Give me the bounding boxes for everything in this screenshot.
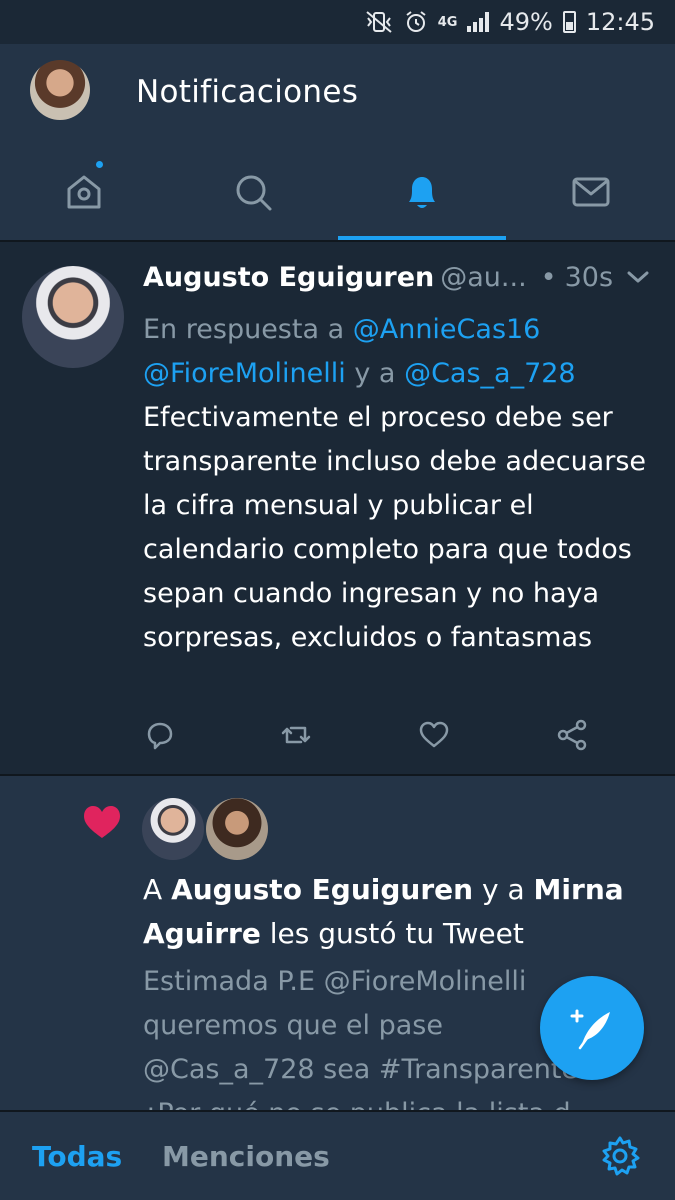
mention-link[interactable]: @FioreMolinelli bbox=[143, 358, 346, 389]
reply-icon[interactable] bbox=[143, 718, 177, 752]
profile-avatar[interactable] bbox=[30, 60, 90, 120]
filter-mentions-tab[interactable]: Menciones bbox=[162, 1140, 330, 1173]
gear-icon[interactable] bbox=[598, 1134, 642, 1178]
mention-link[interactable]: @Cas_a_728 bbox=[404, 358, 576, 389]
retweet-icon[interactable] bbox=[279, 718, 313, 752]
tab-bar bbox=[0, 144, 675, 240]
liker-name[interactable]: Augusto Eguiguren bbox=[171, 873, 473, 906]
like-prefix: A bbox=[143, 873, 163, 906]
tweet-time: 30s bbox=[564, 262, 614, 293]
clock: 12:45 bbox=[585, 8, 655, 36]
tab-search[interactable] bbox=[169, 144, 338, 240]
tab-notifications[interactable] bbox=[337, 144, 507, 240]
tab-messages[interactable] bbox=[506, 144, 675, 240]
notification-filter-bar: Todas Menciones bbox=[0, 1110, 675, 1200]
mention-link[interactable]: @AnnieCas16 bbox=[353, 314, 541, 345]
tweet-header: Augusto Eguiguren @au... • 30s bbox=[143, 262, 653, 293]
tweet-actions bbox=[143, 718, 603, 758]
page-title: Notificaciones bbox=[136, 74, 359, 110]
compose-quill-icon bbox=[570, 1009, 610, 1050]
share-icon[interactable] bbox=[555, 718, 589, 752]
author-handle[interactable]: @au... bbox=[440, 262, 526, 293]
tweet-card[interactable]: Augusto Eguiguren @au... • 30s En respue… bbox=[0, 242, 675, 774]
reply-and: y a bbox=[354, 358, 396, 389]
mail-icon bbox=[572, 177, 610, 207]
signal-icon bbox=[467, 12, 490, 32]
filter-all-tab[interactable]: Todas bbox=[32, 1140, 122, 1173]
home-icon bbox=[67, 175, 101, 209]
alarm-icon bbox=[404, 10, 428, 34]
reply-prefix: En respuesta a bbox=[143, 314, 345, 345]
heart-icon[interactable] bbox=[417, 718, 451, 752]
status-bar: 4G 49% 12:45 bbox=[0, 0, 675, 44]
like-message: A Augusto Eguiguren y a Mirna Aguirre le… bbox=[143, 868, 643, 956]
like-connector: y a bbox=[482, 873, 525, 906]
bell-icon bbox=[408, 177, 435, 208]
tweet-text: Efectivamente el proceso debe ser transp… bbox=[143, 402, 647, 653]
author-name[interactable]: Augusto Eguiguren bbox=[143, 262, 434, 293]
liker-avatar[interactable] bbox=[142, 798, 204, 860]
heart-filled-icon bbox=[84, 806, 120, 838]
new-content-dot bbox=[94, 159, 105, 170]
vibrate-mute-icon bbox=[364, 10, 394, 34]
network-type: 4G bbox=[437, 14, 458, 30]
reply-context: En respuesta a @AnnieCas16 @FioreMolinel… bbox=[143, 308, 653, 396]
author-avatar[interactable] bbox=[22, 266, 124, 368]
preview-line: ¿Por qué no se publica la lista d bbox=[143, 1092, 643, 1110]
compose-tweet-button[interactable] bbox=[540, 976, 644, 1080]
battery-percent: 49% bbox=[499, 8, 553, 36]
liker-avatar[interactable] bbox=[206, 798, 268, 860]
like-suffix: les gustó tu Tweet bbox=[269, 917, 524, 950]
chevron-down-icon[interactable] bbox=[623, 262, 653, 292]
app-header: Notificaciones bbox=[0, 44, 675, 240]
search-icon bbox=[236, 175, 272, 211]
battery-icon bbox=[562, 11, 576, 33]
tab-home[interactable] bbox=[0, 144, 169, 240]
separator-dot: • bbox=[540, 262, 557, 293]
